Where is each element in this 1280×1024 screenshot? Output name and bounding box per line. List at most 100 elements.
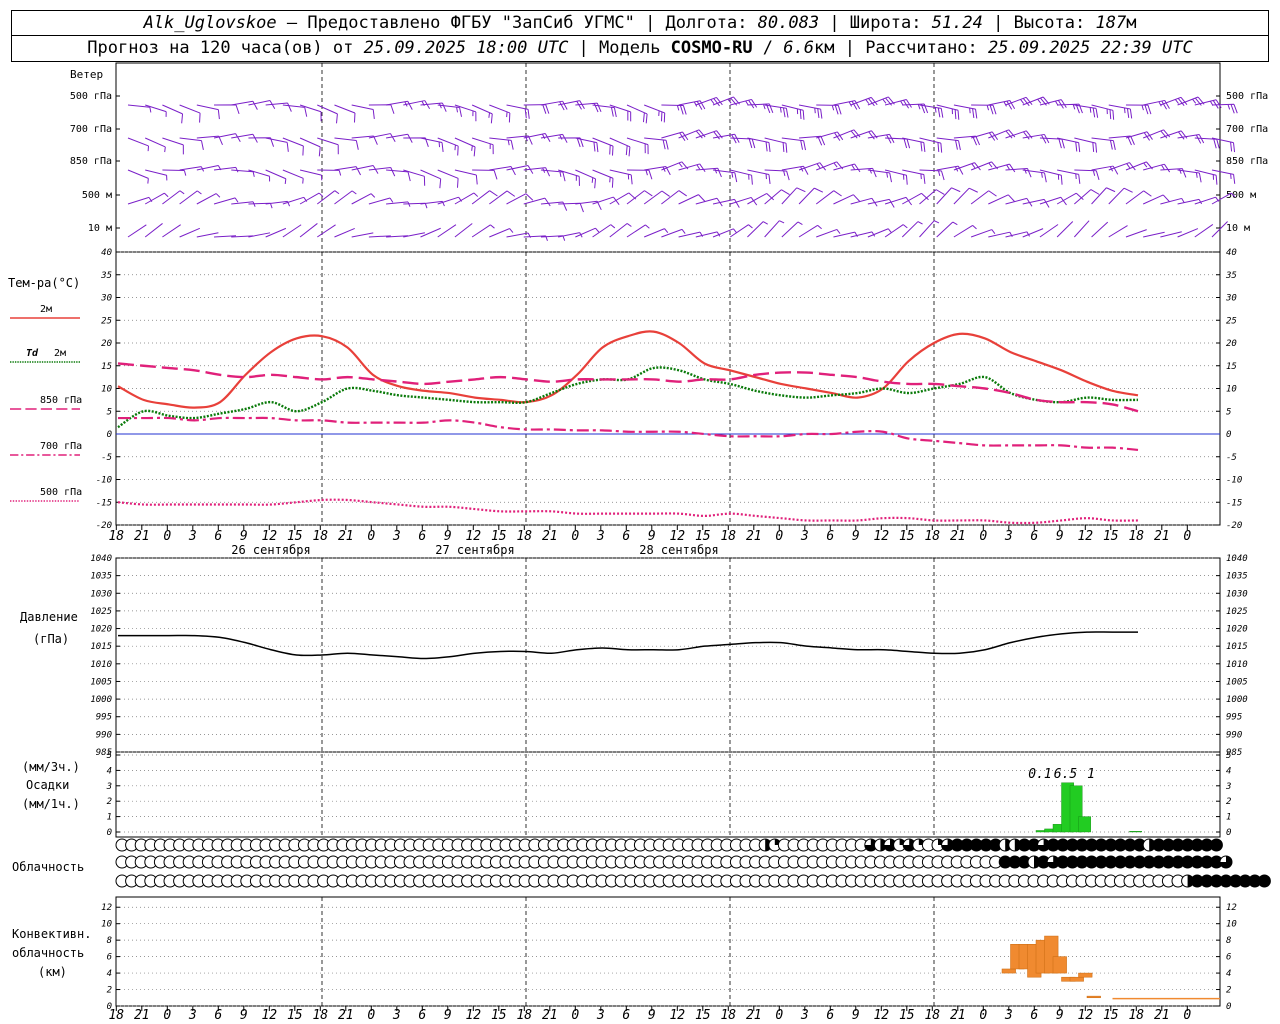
wind-level-label-left: 10 м xyxy=(88,223,112,234)
x-tick-label: 18 xyxy=(720,1008,736,1023)
convective-axis-title: Конвективн. xyxy=(12,927,91,941)
wind-barb xyxy=(1039,99,1067,109)
x-tick-label: 0 xyxy=(979,529,987,544)
convective-bar xyxy=(1086,995,1101,999)
wind-barb xyxy=(213,133,241,143)
y-tick-label-left: 15 xyxy=(101,362,112,372)
wind-barb xyxy=(127,224,147,238)
wind-barb xyxy=(540,100,568,111)
wind-barb xyxy=(420,102,447,112)
x-tick-label: 3 xyxy=(188,1008,197,1023)
y-tick-label-right: 20 xyxy=(1226,339,1237,349)
wind-barb xyxy=(1056,192,1084,205)
x-tick-label: 18 xyxy=(312,529,328,544)
y-tick-label-right: 25 xyxy=(1226,316,1237,326)
y-tick-label-right: 995 xyxy=(1226,713,1242,723)
y-tick-label-left: 0 xyxy=(107,828,112,838)
x-tick-label: 9 xyxy=(444,529,452,544)
wind-barb xyxy=(179,104,201,123)
y-tick-label-left: 1035 xyxy=(90,572,112,582)
wind-barb xyxy=(644,104,666,123)
wind-barb xyxy=(1211,169,1236,184)
wind-barb xyxy=(265,102,292,112)
y-tick-label-right: 1000 xyxy=(1226,695,1248,705)
x-tick-label: 3 xyxy=(1004,529,1013,544)
pressure-axis-title: Давление xyxy=(20,610,78,624)
y-tick-label-right: 12 xyxy=(1226,903,1237,913)
x-tick-label: 9 xyxy=(240,529,248,544)
x-tick-label: 9 xyxy=(648,1008,656,1023)
temp-series-line xyxy=(117,366,1139,429)
x-tick-label: 12 xyxy=(669,529,685,544)
x-tick-label: 3 xyxy=(596,529,605,544)
wind-barb xyxy=(471,190,498,205)
x-tick-label: 21 xyxy=(134,529,150,544)
wind-barb xyxy=(471,104,493,124)
x-tick-label: 15 xyxy=(287,1008,303,1023)
convective-axis-unit: (км) xyxy=(38,965,67,979)
y-tick-label-left: 2 xyxy=(107,797,112,807)
legend-label: 850 гПа xyxy=(40,395,82,406)
wind-barb xyxy=(282,104,308,117)
wind-barb xyxy=(695,197,723,207)
legend-td-symbol: Td xyxy=(26,348,39,359)
wind-barb xyxy=(540,201,568,211)
y-tick-label-left: 35 xyxy=(100,271,112,281)
y-tick-label-left: 5 xyxy=(107,751,112,761)
temp-series-line xyxy=(117,362,1139,413)
wind-barb xyxy=(971,104,997,115)
y-tick-label-right: 1035 xyxy=(1226,572,1248,582)
x-tick-label: 3 xyxy=(392,1008,401,1023)
x-tick-label: 18 xyxy=(1128,1008,1144,1023)
wind-barb xyxy=(437,137,459,156)
wind-barb xyxy=(1073,220,1090,238)
y-tick-label-left: 1000 xyxy=(90,695,112,705)
x-tick-label: 12 xyxy=(669,1008,685,1023)
wind-axis-title: Ветер xyxy=(70,68,103,81)
wind-barb xyxy=(884,99,912,109)
x-tick-label: 6 xyxy=(214,529,222,544)
wind-barb xyxy=(351,232,374,238)
x-tick-label: 0 xyxy=(1183,1008,1191,1023)
wind-barb xyxy=(1022,198,1050,208)
wind-barb xyxy=(781,165,809,175)
legend-label: 700 гПа xyxy=(40,441,82,452)
x-tick-label: 9 xyxy=(852,1008,860,1023)
x-tick-label: 21 xyxy=(338,1008,354,1023)
wind-barb xyxy=(867,198,895,208)
wind-barb xyxy=(162,137,184,155)
wind-barb xyxy=(730,98,758,109)
x-tick-label: 0 xyxy=(163,1008,171,1023)
wind-barb xyxy=(919,220,940,238)
x-tick-label: 6 xyxy=(418,1008,426,1023)
meteogram: 18 21 0 3 6 9 12 15 18 21 0 3 6 9 12 15 18 21 0 3 6 9 12 15 18 21… xyxy=(8,62,1271,1023)
x-tick-label: 12 xyxy=(1077,529,1093,544)
x-tick-label: 12 xyxy=(261,529,277,544)
wind-barb xyxy=(437,196,463,205)
wind-barb xyxy=(471,224,495,238)
wind-barb xyxy=(489,228,514,238)
y-tick-label-right: 15 xyxy=(1226,362,1237,372)
y-tick-label-left: 2 xyxy=(107,986,112,996)
y-tick-label-right: 1015 xyxy=(1226,642,1248,652)
wind-barb xyxy=(747,169,771,184)
y-tick-label-left: 990 xyxy=(96,730,112,740)
x-tick-label: 0 xyxy=(571,529,579,544)
wind-barb xyxy=(1194,224,1214,238)
convective-bar xyxy=(1078,972,1093,978)
wind-barb xyxy=(558,202,584,213)
wind-panel-frame xyxy=(115,62,1221,253)
x-tick-label: 21 xyxy=(746,529,762,544)
y-tick-label-right: 1030 xyxy=(1226,589,1248,599)
x-tick-label: 21 xyxy=(542,529,558,544)
wind-level-label-left: 500 м xyxy=(82,190,112,201)
legend-label: 2м xyxy=(54,348,66,359)
y-tick-label-left: 3 xyxy=(106,782,112,792)
x-tick-label: 21 xyxy=(338,529,354,544)
wind-barb xyxy=(850,167,877,178)
wind-barb xyxy=(144,223,163,238)
x-tick-label: 9 xyxy=(444,1008,452,1023)
wind-barb xyxy=(781,221,803,238)
wind-barb xyxy=(316,190,340,205)
y-tick-label-right: 1040 xyxy=(1226,554,1248,564)
